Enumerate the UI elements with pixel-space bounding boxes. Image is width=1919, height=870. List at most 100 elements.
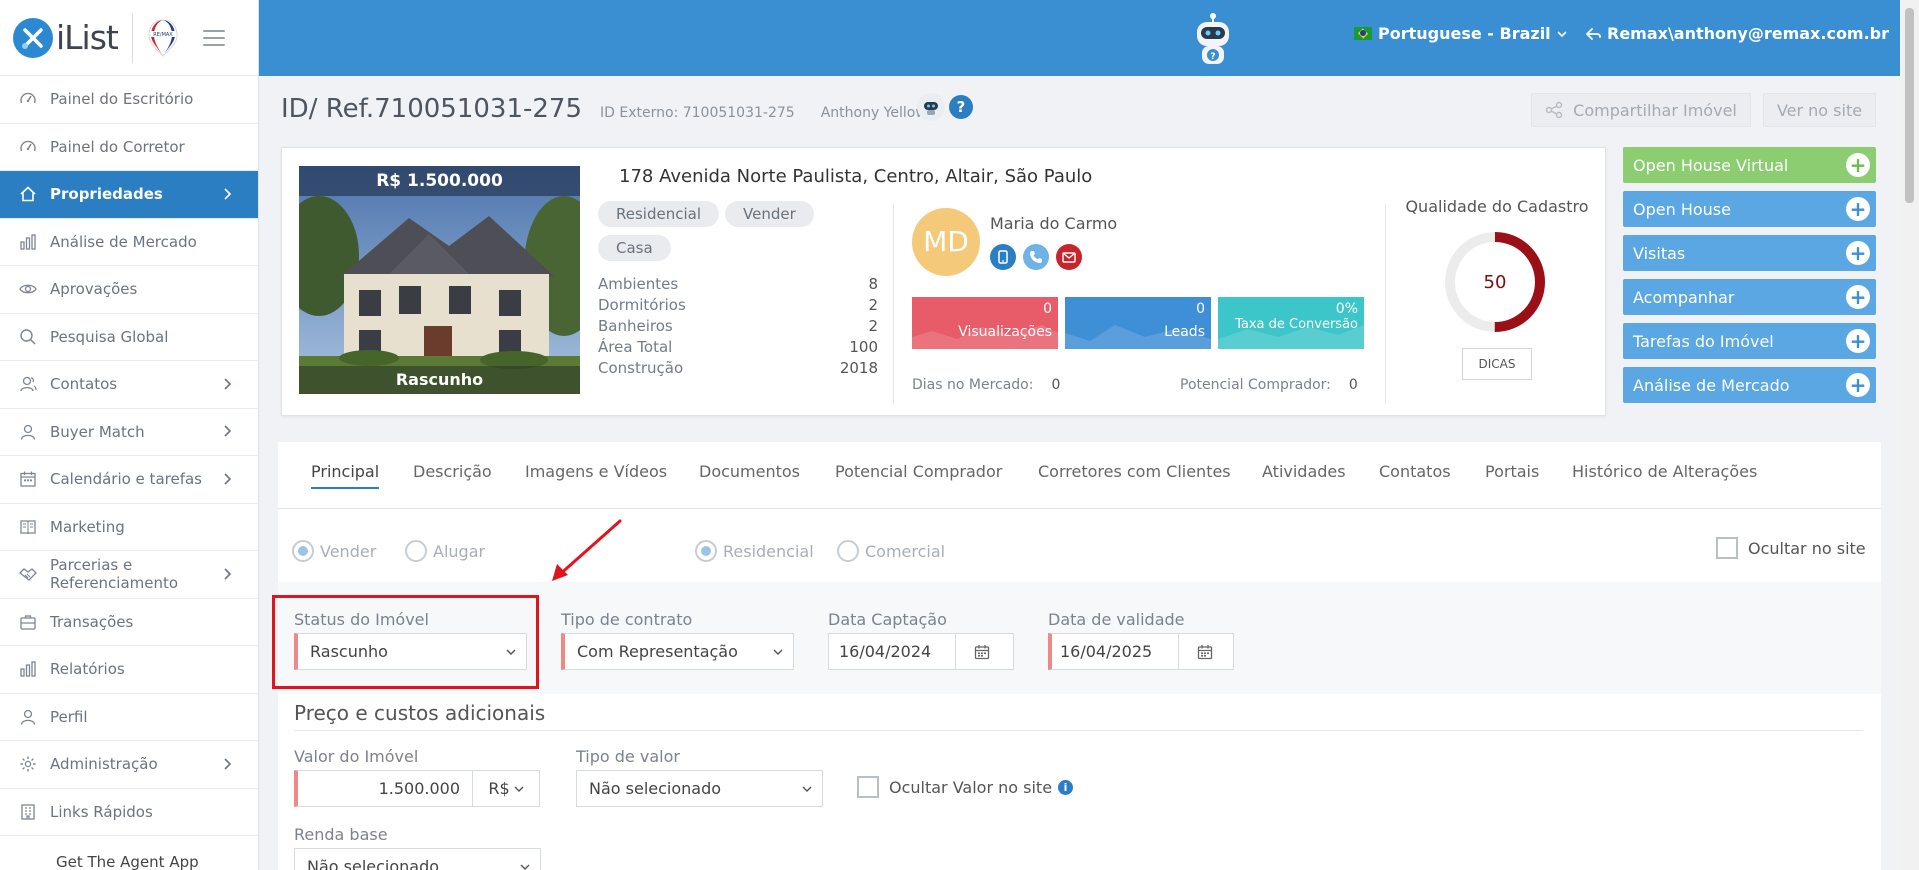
sidebar-item-administracao[interactable]: Administração [0, 741, 258, 789]
sidebar-item-analise-de-mercado[interactable]: Análise de Mercado [0, 219, 258, 266]
base-income-select[interactable]: Não selecionado [294, 848, 541, 870]
capture-date-field[interactable]: 16/04/2024 [828, 633, 1014, 670]
agent-email-icon[interactable] [1056, 244, 1082, 270]
top-bar: ? Portuguese - Brazil Remax\anthony@rema… [259, 0, 1919, 76]
sidebar-item-painel-do-escritorio[interactable]: Painel do Escritório [0, 76, 258, 124]
calendar-icon[interactable] [1178, 634, 1231, 669]
spec-value: 2 [868, 317, 878, 335]
sidebar-item-label: Transações [50, 612, 134, 631]
currency-select[interactable]: R$ [473, 771, 539, 806]
action-open-house-virtual-button[interactable]: Open House Virtual + [1623, 147, 1876, 183]
language-selector[interactable]: Portuguese - Brazil [1354, 24, 1567, 43]
action-open-house-button[interactable]: Open House + [1623, 191, 1876, 227]
action-analise-de-mercado-button[interactable]: Análise de Mercado + [1623, 367, 1876, 403]
ilist-logo-icon [13, 17, 53, 58]
radio-comercial[interactable]: Comercial [837, 540, 945, 562]
sidebar-item-label: Administração [50, 755, 158, 774]
share-property-button[interactable]: Compartilhar Imóvel [1531, 93, 1751, 127]
tab-historico-de-alteracoes[interactable]: Histórico de Alterações [1572, 462, 1757, 487]
sidebar-item-contatos[interactable]: Contatos [0, 361, 258, 409]
sidebar-item-transacoes[interactable]: Transações [0, 599, 258, 646]
sidebar-item-pesquisa-global[interactable]: Pesquisa Global [0, 314, 258, 361]
potential-buyer-label: Potencial Comprador: [1180, 377, 1331, 393]
spec-label: Ambientes [598, 275, 679, 293]
sidebar-item-perfil[interactable]: Perfil [0, 694, 258, 741]
listing-agent: Anthony Yellow [820, 105, 927, 121]
robot-assistant-icon[interactable]: ? [1188, 10, 1238, 68]
sidebar-item-buyer-match[interactable]: Buyer Match [0, 409, 258, 456]
plus-icon: + [1846, 153, 1870, 177]
property-tabs: Principal Descrição Imagens e Vídeos Docume… [278, 442, 1881, 509]
users-icon [18, 374, 38, 394]
annotation-highlight-box [272, 595, 539, 689]
user-account-menu[interactable]: Remax\anthony@remax.com.br [1585, 24, 1889, 43]
radio-alugar-label: Alugar [433, 541, 486, 561]
contract-select[interactable]: Com Representação [561, 633, 794, 670]
sidebar-item-parcerias-e-referenciamento[interactable]: Parcerias e Referenciamento [0, 551, 258, 599]
value-type-select[interactable]: Não selecionado [576, 770, 823, 807]
action-visitas-button[interactable]: Visitas + [1623, 235, 1876, 271]
property-value-input[interactable]: 1.500.000 [298, 771, 473, 806]
quality-gauge-value: 50 [1484, 272, 1507, 293]
tab-descricao[interactable]: Descrição [413, 462, 492, 487]
tab-principal[interactable]: Principal [311, 462, 380, 489]
sidebar-item-propriedades[interactable]: Propriedades [0, 171, 258, 219]
sidebar-item-relatorios[interactable]: Relatórios [0, 646, 258, 694]
tab-contatos[interactable]: Contatos [1379, 462, 1451, 487]
view-on-site-button[interactable]: Ver no site [1763, 93, 1876, 127]
chip-casa: Casa [598, 235, 671, 261]
action-label: Open House [1633, 199, 1731, 219]
question-help-icon[interactable]: ? [949, 95, 973, 119]
book-icon [18, 517, 38, 537]
tab-documentos[interactable]: Documentos [699, 462, 800, 487]
tips-button[interactable]: DICAS [1462, 348, 1532, 380]
info-icon[interactable]: i [1058, 779, 1074, 795]
page-scrollbar[interactable] [1900, 0, 1919, 870]
radio-alugar[interactable]: Alugar [405, 540, 485, 562]
sidebar-item-painel-do-corretor[interactable]: Painel do Corretor [0, 124, 258, 171]
sidebar-item-label: Pesquisa Global [50, 327, 169, 346]
chevron-down-icon [802, 786, 812, 792]
action-label: Visitas [1633, 243, 1686, 263]
sidebar-item-aprovacoes[interactable]: Aprovações [0, 266, 258, 314]
sidebar-item-marketing[interactable]: Marketing [0, 504, 258, 551]
chevron-right-icon [222, 754, 232, 775]
plus-icon: + [1846, 285, 1870, 309]
section-divider [294, 730, 1863, 731]
hide-value-checkbox[interactable]: Ocultar Valor no site i [857, 776, 1074, 798]
sidebar-item-calendario-e-tarefas[interactable]: Calendário e tarefas [0, 456, 258, 504]
action-acompanhar-button[interactable]: Acompanhar + [1623, 279, 1876, 315]
tab-portais[interactable]: Portais [1485, 462, 1539, 487]
photo-price: R$ 1.500.000 [299, 166, 580, 196]
validity-date-field[interactable]: 16/04/2025 [1048, 633, 1234, 670]
spec-label: Banheiros [598, 317, 673, 335]
calendar-icon[interactable] [955, 634, 1008, 669]
tab-corretores-com-clientes[interactable]: Corretores com Clientes [1038, 462, 1231, 487]
hamburger-menu-icon[interactable] [202, 29, 225, 46]
spec-value: 100 [849, 338, 878, 356]
robot-help-icon[interactable] [917, 93, 945, 121]
hide-on-site-checkbox[interactable]: Ocultar no site [1716, 537, 1866, 559]
gauge-icon [18, 137, 38, 157]
tab-imagens-e-videos[interactable]: Imagens e Vídeos [525, 462, 667, 487]
scrollbar-thumb[interactable] [1905, 8, 1914, 203]
tab-potencial-comprador[interactable]: Potencial Comprador [835, 462, 1002, 487]
property-photo[interactable]: R$ 1.500.000 Rascunho [299, 166, 580, 394]
agent-mobile-icon[interactable] [990, 244, 1016, 270]
tab-atividades[interactable]: Atividades [1262, 462, 1346, 487]
remax-balloon-icon: RE/MAX [147, 18, 179, 58]
action-tarefas-do-imovel-button[interactable]: Tarefas do Imóvel + [1623, 323, 1876, 359]
agent-phone-icon[interactable] [1023, 244, 1049, 270]
sidebar-item-links-rapidos[interactable]: Links Rápidos [0, 789, 258, 836]
share-label: Compartilhar Imóvel [1573, 100, 1737, 120]
radio-vender[interactable]: Vender [292, 540, 376, 562]
property-address: 178 Avenida Norte Paulista, Centro, Alta… [619, 166, 1093, 187]
logout-arrow-icon [1586, 27, 1601, 40]
get-agent-app-link[interactable]: Get The Agent App [56, 853, 199, 870]
agent-avatar: MD [912, 208, 980, 276]
annotation-arrow [552, 519, 622, 581]
radio-residencial[interactable]: Residencial [695, 540, 814, 562]
sidebar-item-label: Relatórios [50, 660, 125, 679]
value-type-select-value: Não selecionado [589, 779, 722, 798]
bar-chart-icon [18, 232, 38, 252]
